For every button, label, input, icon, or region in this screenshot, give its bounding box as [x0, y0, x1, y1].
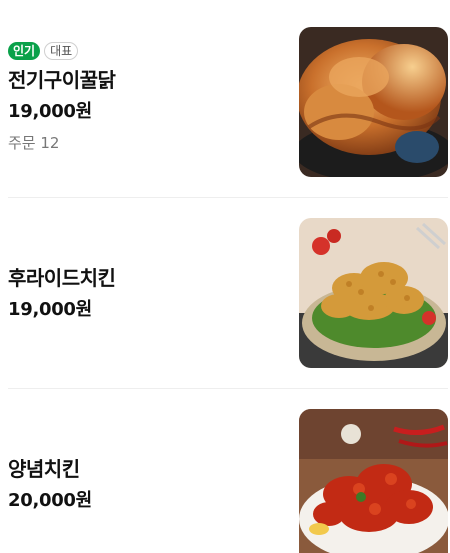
seasoned-chicken-photo[interactable] — [299, 409, 448, 553]
roast-chicken-image — [299, 27, 448, 177]
menu-item-info: 양념치킨 20,000원 — [8, 455, 92, 515]
representative-badge: 대표 — [44, 42, 79, 60]
menu-item-price: 19,000원 — [8, 101, 92, 122]
menu-item-name: 양념치킨 — [8, 457, 80, 481]
menu-item-price: 19,000원 — [8, 299, 92, 320]
badge-group: 인기 대표 — [8, 42, 115, 60]
fried-chicken-image — [299, 218, 448, 368]
popular-badge: 인기 — [8, 42, 41, 60]
menu-item-seasoned-chicken[interactable]: 양념치킨 20,000원 — [0, 389, 450, 553]
roast-chicken-photo[interactable] — [299, 27, 448, 177]
menu-item-name: 후라이드치킨 — [8, 266, 116, 290]
menu-item-name: 전기구이꿀닭 — [8, 68, 116, 92]
menu-item-info: 인기 대표 전기구이꿀닭 19,000원 주문 12 — [8, 42, 116, 154]
menu-list: 인기 대표 전기구이꿀닭 19,000원 주문 12 후라이드치킨 19,000… — [0, 0, 450, 553]
menu-item-fried-chicken[interactable]: 후라이드치킨 19,000원 — [0, 198, 450, 388]
seasoned-chicken-image — [299, 409, 448, 553]
menu-item-price: 20,000원 — [8, 490, 92, 511]
order-count: 주문 12 — [8, 134, 60, 152]
menu-item-info: 후라이드치킨 19,000원 — [8, 264, 116, 324]
fried-chicken-photo[interactable] — [299, 218, 448, 368]
menu-item-roast-chicken[interactable]: 인기 대표 전기구이꿀닭 19,000원 주문 12 — [0, 0, 450, 197]
